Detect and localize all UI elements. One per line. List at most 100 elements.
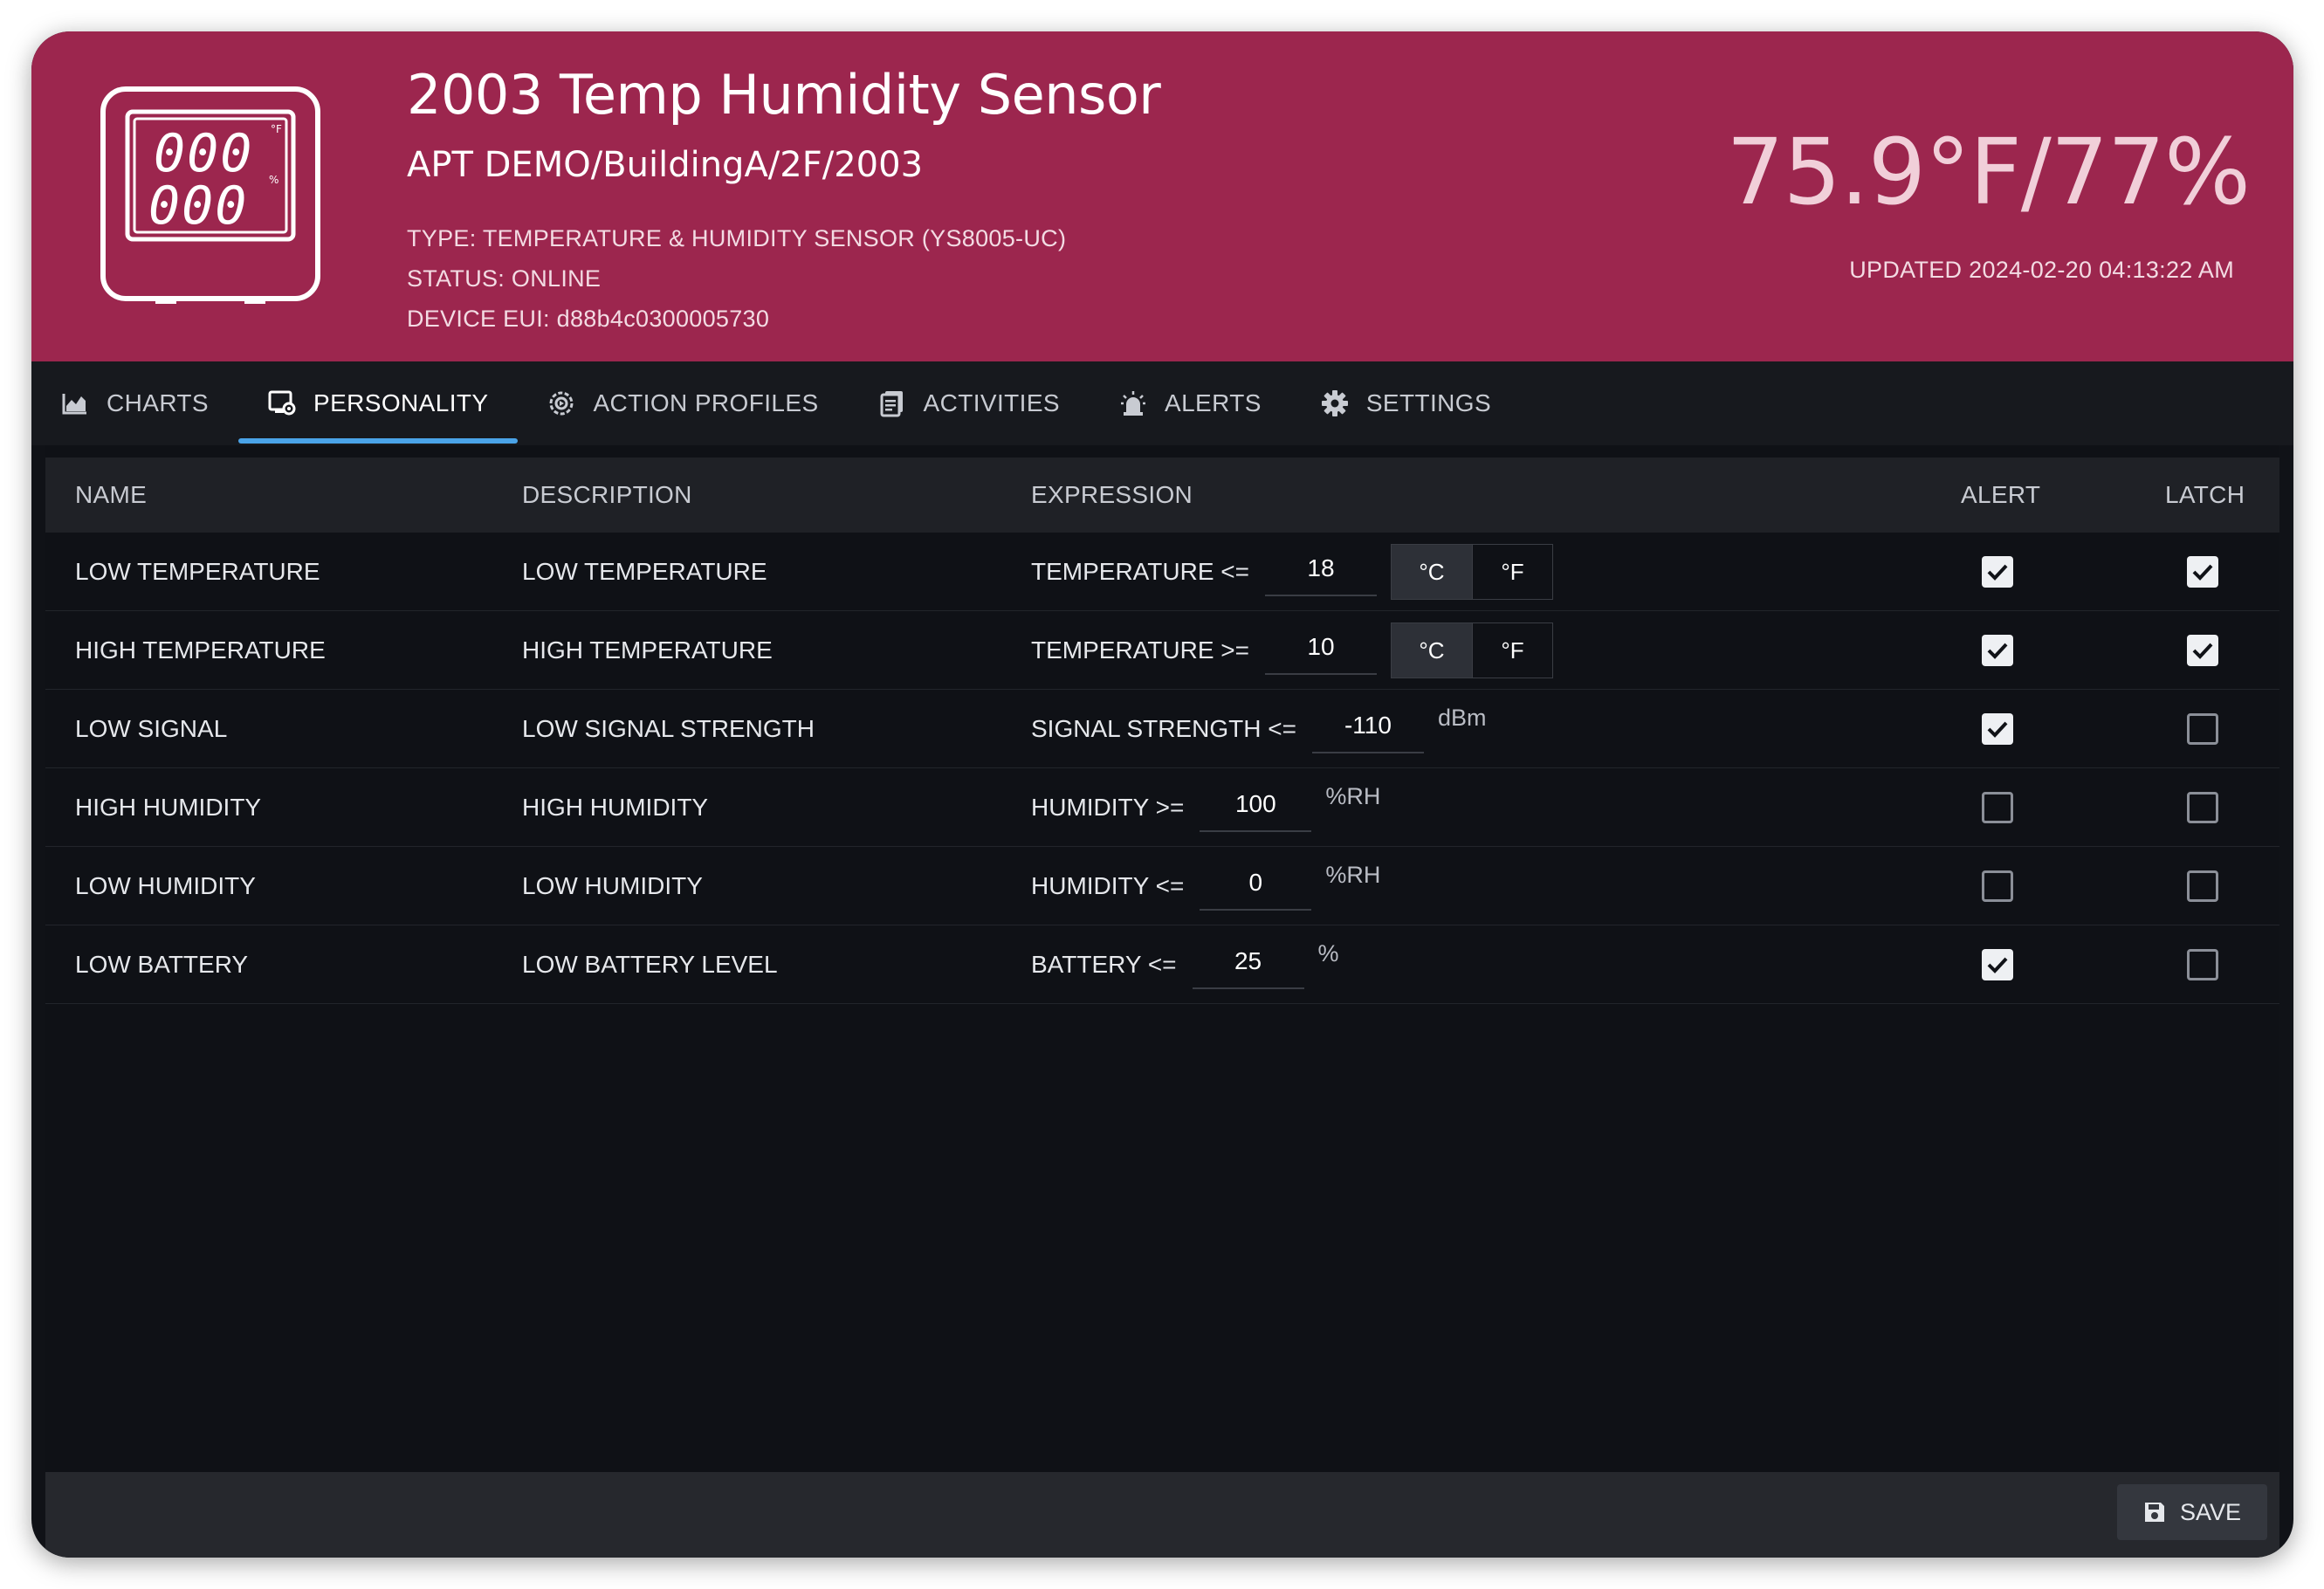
alert-checkbox[interactable] [1982,556,2013,588]
latch-checkbox[interactable] [2187,556,2218,588]
tab-settings-label: SETTINGS [1365,389,1492,416]
unit-celsius-button[interactable]: °C [1391,623,1472,678]
tab-action-profiles[interactable]: ACTION PROFILES [518,361,848,445]
temp-humidity-device-icon: 000 000 °F % [100,86,320,304]
tab-personality-label: PERSONALITY [313,389,489,416]
row-expression: HUMIDITY >= 100 %RH [1031,768,1380,847]
device-eui: DEVICE EUI: d88b4c0300005730 [407,306,770,332]
floppy-icon [2143,1501,2166,1524]
current-reading: 75.9°F/77% [1726,119,2251,225]
table-row: LOW HUMIDITY LOW HUMIDITY HUMIDITY <= 0 … [45,847,2279,925]
alert-checkbox[interactable] [1982,949,2013,980]
expression-label: TEMPERATURE >= [1031,636,1249,664]
expression-label: HUMIDITY >= [1031,794,1185,821]
save-button-label: SAVE [2179,1498,2242,1525]
alert-checkbox[interactable] [1982,713,2013,745]
tab-activities[interactable]: ACTIVITIES [849,361,1090,445]
expression-label: SIGNAL STRENGTH <= [1031,715,1296,742]
unit-label: %RH [1325,783,1381,809]
row-name: LOW HUMIDITY [75,872,256,899]
last-updated: UPDATED 2024-02-20 04:13:22 AM [1849,257,2234,283]
row-expression: SIGNAL STRENGTH <= -110 dBm [1031,690,1486,768]
row-description: HIGH HUMIDITY [522,794,709,821]
svg-text:%: % [269,174,278,186]
table-row: HIGH TEMPERATURE HIGH TEMPERATURE TEMPER… [45,611,2279,690]
row-description: LOW SIGNAL STRENGTH [522,715,815,742]
row-name: LOW TEMPERATURE [75,558,320,585]
unit-label: %RH [1325,862,1381,888]
personality-icon [268,389,296,417]
tab-bar: CHARTS PERSONALITY ACTION PROFILES ACTIV… [31,361,2293,445]
row-description: HIGH TEMPERATURE [522,636,773,664]
unit-fahrenheit-button[interactable]: °F [1471,545,1552,599]
table-row: HIGH HUMIDITY HIGH HUMIDITY HUMIDITY >= … [45,768,2279,847]
chart-icon [61,389,89,417]
latch-checkbox[interactable] [2187,635,2218,666]
latch-checkbox[interactable] [2187,713,2218,745]
tab-activities-label: ACTIVITIES [923,389,1060,416]
threshold-input[interactable]: 0 [1200,862,1312,911]
unit-fahrenheit-button[interactable]: °F [1471,623,1552,678]
table-row: LOW SIGNAL LOW SIGNAL STRENGTH SIGNAL ST… [45,690,2279,768]
tab-charts[interactable]: CHARTS [31,361,238,445]
row-description: LOW HUMIDITY [522,872,703,899]
unit-label: % [1317,940,1339,966]
svg-text:000: 000 [148,175,248,237]
device-title: 2003 Temp Humidity Sensor [407,63,1161,127]
threshold-input[interactable]: 100 [1200,783,1312,832]
row-expression: BATTERY <= 25 % [1031,925,1339,1004]
row-description: LOW BATTERY LEVEL [522,951,778,978]
threshold-input[interactable]: -110 [1311,705,1424,753]
alert-checkbox[interactable] [1982,635,2013,666]
device-header: 000 000 °F % 2003 Temp Humidity Sensor A… [31,31,2293,361]
svg-text:°F: °F [271,123,282,135]
expression-label: TEMPERATURE <= [1031,558,1249,585]
latch-checkbox[interactable] [2187,792,2218,823]
latch-checkbox[interactable] [2187,870,2218,902]
app-window: 000 000 °F % 2003 Temp Humidity Sensor A… [31,31,2293,1558]
threshold-input[interactable]: 25 [1192,940,1304,989]
footer-bar: SAVE [45,1472,2279,1558]
alarm-icon [1119,389,1147,417]
tab-action-profiles-label: ACTION PROFILES [593,389,819,416]
expression-label: HUMIDITY <= [1031,872,1185,899]
table-row: LOW BATTERY LOW BATTERY LEVEL BATTERY <=… [45,925,2279,1004]
gear-icon [1321,389,1349,417]
table-header: NAME DESCRIPTION EXPRESSION ALERT LATCH [45,457,2279,533]
device-type: TYPE: TEMPERATURE & HUMIDITY SENSOR (YS8… [407,225,1067,251]
latch-checkbox[interactable] [2187,949,2218,980]
alert-checkbox[interactable] [1982,792,2013,823]
action-profiles-icon [547,389,575,417]
row-expression: TEMPERATURE >= 10 °C °F [1031,611,1553,690]
device-status: STATUS: ONLINE [407,265,602,292]
column-header-alert: ALERT [1961,481,2041,508]
column-header-description: DESCRIPTION [522,481,692,508]
row-name: LOW BATTERY [75,951,249,978]
row-expression: TEMPERATURE <= 18 °C °F [1031,533,1553,611]
row-name: LOW SIGNAL [75,715,228,742]
row-expression: HUMIDITY <= 0 %RH [1031,847,1380,925]
save-button[interactable]: SAVE [2117,1484,2267,1540]
column-header-name: NAME [75,481,148,508]
unit-toggle: °C °F [1390,544,1553,600]
alert-checkbox[interactable] [1982,870,2013,902]
tab-alerts[interactable]: ALERTS [1090,361,1291,445]
personality-table: NAME DESCRIPTION EXPRESSION ALERT LATCH … [45,445,2279,1502]
unit-toggle: °C °F [1390,623,1553,678]
row-name: HIGH HUMIDITY [75,794,262,821]
tab-personality[interactable]: PERSONALITY [238,361,519,445]
tab-alerts-label: ALERTS [1165,389,1262,416]
column-header-expression: EXPRESSION [1031,481,1193,508]
table-row: LOW TEMPERATURE LOW TEMPERATURE TEMPERAT… [45,533,2279,611]
row-name: HIGH TEMPERATURE [75,636,326,664]
threshold-input[interactable]: 18 [1264,547,1377,596]
column-header-latch: LATCH [2165,481,2245,508]
unit-label: dBm [1437,705,1487,731]
row-description: LOW TEMPERATURE [522,558,767,585]
unit-celsius-button[interactable]: °C [1391,545,1472,599]
activities-icon [878,389,906,417]
tab-charts-label: CHARTS [107,389,210,416]
threshold-input[interactable]: 10 [1264,626,1377,675]
device-path: APT DEMO/BuildingA/2F/2003 [407,145,924,185]
tab-settings[interactable]: SETTINGS [1291,361,1521,445]
